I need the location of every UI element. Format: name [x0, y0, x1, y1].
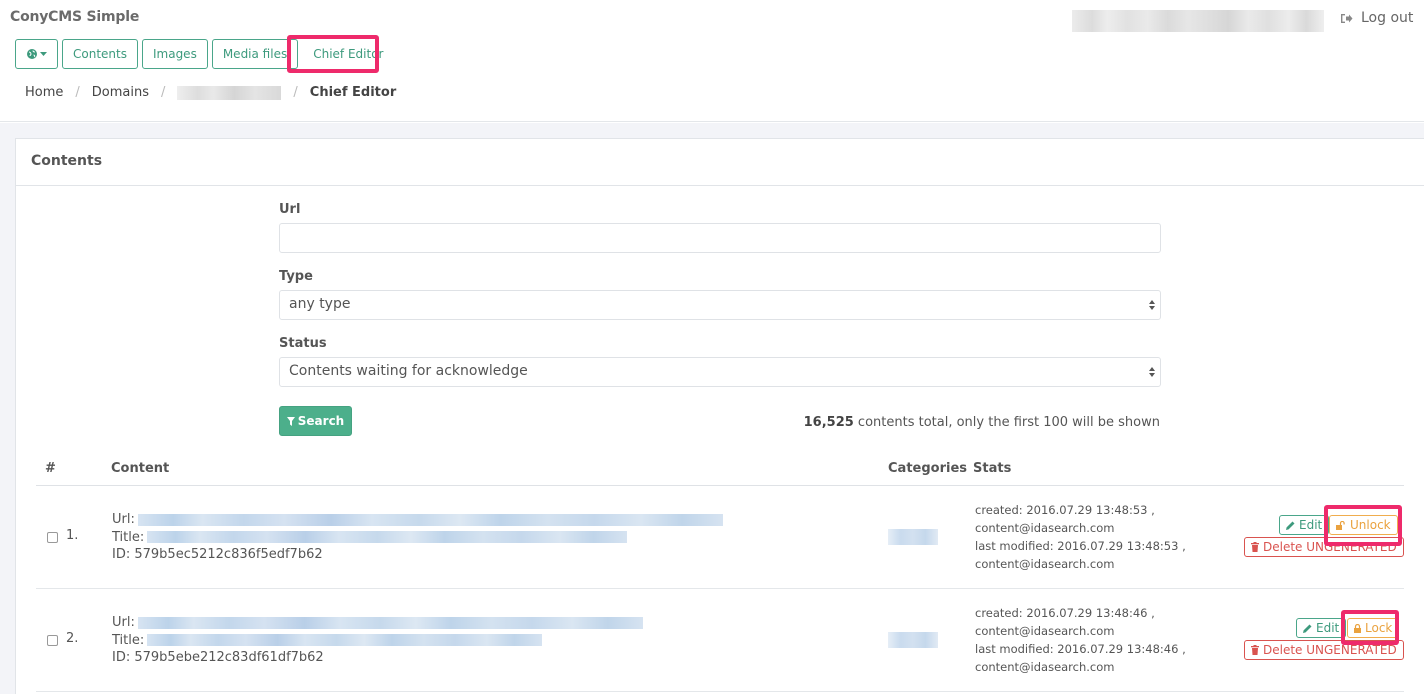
trash-icon: [1251, 645, 1259, 655]
select-arrows-icon: [1149, 300, 1155, 310]
row-checkbox[interactable]: [47, 635, 58, 646]
nav-contents-button[interactable]: Contents: [62, 39, 138, 69]
unlock-icon: [1336, 520, 1345, 530]
pencil-icon: [1303, 624, 1312, 633]
edit-label: Edit: [1316, 621, 1340, 635]
logout-label: Log out: [1361, 10, 1414, 26]
title-label: Title:: [112, 529, 145, 545]
breadcrumb-separator: /: [161, 85, 166, 100]
edit-button[interactable]: Edit: [1279, 515, 1330, 535]
results-summary-text: contents total, only the first 100 will …: [853, 415, 1160, 430]
trash-icon: [1251, 542, 1259, 552]
content-id: ID: 579b5ec5212c836f5edf7b62: [112, 547, 323, 562]
sign-out-icon: [1341, 13, 1353, 23]
nav-media-files-button[interactable]: Media files: [211, 39, 299, 69]
row-content: Url: Title: ID: 579b5ebe212c83df61df7b62: [112, 614, 643, 667]
user-name-redacted: [1072, 10, 1324, 32]
breadcrumb-current: Chief Editor: [309, 85, 397, 100]
url-label: Url:: [112, 615, 135, 630]
row-content: Url: Title: ID: 579b5ec5212c836f5edf7b62: [112, 511, 723, 564]
lock-icon: [1354, 623, 1361, 633]
delete-label: Delete UNGENERATED: [1263, 540, 1397, 554]
url-input[interactable]: [279, 223, 1161, 253]
panel-title: Contents: [16, 139, 1424, 186]
type-select[interactable]: any type: [279, 290, 1161, 320]
status-label: Status: [279, 336, 327, 351]
top-bar: ConyCMS Simple Log out Contents Images M…: [0, 0, 1424, 122]
edit-label: Edit: [1299, 518, 1323, 532]
created-by: content@idasearch.com: [975, 521, 1115, 535]
nav-images-button[interactable]: Images: [141, 39, 208, 69]
status-select-value: Contents waiting for acknowledge: [289, 363, 528, 379]
delete-label: Delete UNGENERATED: [1263, 643, 1397, 657]
caret-down-icon: [39, 52, 47, 56]
results-count: 16,525: [803, 415, 854, 430]
domain-dropdown-button[interactable]: [15, 39, 58, 69]
lock-button[interactable]: Lock: [1347, 618, 1400, 638]
content-id: ID: 579b5ebe212c83df61df7b62: [112, 650, 324, 665]
breadcrumb-home[interactable]: Home: [25, 85, 63, 100]
results-summary: 16,525 contents total, only the first 10…: [804, 415, 1160, 430]
breadcrumb-separator: /: [293, 85, 298, 100]
url-value-redacted[interactable]: [137, 616, 643, 629]
column-header-categories: Categories: [888, 461, 968, 476]
delete-ungenerated-button[interactable]: Delete UNGENERATED: [1244, 537, 1404, 557]
search-button-label: Search: [297, 414, 345, 428]
modified-date: last modified: 2016.07.29 13:48:53 ,: [975, 539, 1186, 553]
status-select[interactable]: Contents waiting for acknowledge: [279, 357, 1161, 387]
type-label: Type: [279, 269, 313, 284]
modified-by: content@idasearch.com: [975, 660, 1115, 674]
title-value-redacted: [147, 531, 628, 544]
row-number: 2.: [66, 631, 79, 646]
modified-date: last modified: 2016.07.29 13:48:46 ,: [975, 642, 1186, 656]
url-value-redacted[interactable]: [137, 513, 723, 526]
url-label: Url:: [112, 512, 135, 527]
pencil-icon: [1286, 521, 1295, 530]
created-by: content@idasearch.com: [975, 624, 1115, 638]
type-select-value: any type: [289, 296, 351, 312]
filter-icon: [286, 416, 295, 426]
unlock-label: Unlock: [1350, 518, 1391, 532]
url-label: Url: [279, 202, 301, 217]
created-date: created: 2016.07.29 13:48:53 ,: [975, 503, 1155, 517]
created-date: created: 2016.07.29 13:48:46 ,: [975, 606, 1155, 620]
unlock-button[interactable]: Unlock: [1329, 515, 1398, 535]
table-row: 1. Url: Title: ID: 579b5ec5212c836f5edf7…: [36, 486, 1404, 589]
lock-label: Lock: [1365, 621, 1393, 635]
filter-form: Url Type any type Status Contents waitin…: [279, 202, 1161, 403]
search-button[interactable]: Search: [279, 406, 352, 436]
row-checkbox[interactable]: [47, 532, 58, 543]
table-header: # Content Categories Stats: [36, 454, 1404, 486]
breadcrumb: Home / Domains / / Chief Editor: [25, 85, 396, 100]
nav-chief-editor-button[interactable]: Chief Editor: [302, 39, 395, 69]
breadcrumb-domain-redacted[interactable]: [177, 85, 282, 100]
column-header-stats: Stats: [973, 461, 1012, 476]
breadcrumb-separator: /: [75, 85, 80, 100]
column-header-content: Content: [111, 461, 170, 476]
row-stats: created: 2016.07.29 13:48:53 , content@i…: [975, 501, 1186, 573]
column-header-number: #: [45, 461, 56, 476]
row-stats: created: 2016.07.29 13:48:46 , content@i…: [975, 604, 1186, 676]
delete-ungenerated-button[interactable]: Delete UNGENERATED: [1244, 640, 1404, 660]
select-arrows-icon: [1149, 367, 1155, 377]
contents-panel: Contents Url Type any type Status Conten…: [15, 138, 1424, 694]
app-title: ConyCMS Simple: [10, 9, 140, 25]
title-value-redacted: [147, 634, 543, 647]
category-redacted: [888, 529, 938, 545]
main-nav: Contents Images Media files Chief Editor: [15, 39, 395, 69]
table-row: 2. Url: Title: ID: 579b5ebe212c83df61df7…: [36, 589, 1404, 692]
category-redacted: [888, 632, 938, 648]
breadcrumb-domains[interactable]: Domains: [92, 85, 149, 100]
title-label: Title:: [112, 632, 145, 648]
globe-icon: [26, 49, 37, 59]
logout-link[interactable]: Log out: [1340, 10, 1413, 26]
row-number: 1.: [66, 528, 79, 543]
edit-button[interactable]: Edit: [1296, 618, 1347, 638]
contents-table: # Content Categories Stats 1. Url: Title…: [36, 454, 1404, 692]
modified-by: content@idasearch.com: [975, 557, 1115, 571]
